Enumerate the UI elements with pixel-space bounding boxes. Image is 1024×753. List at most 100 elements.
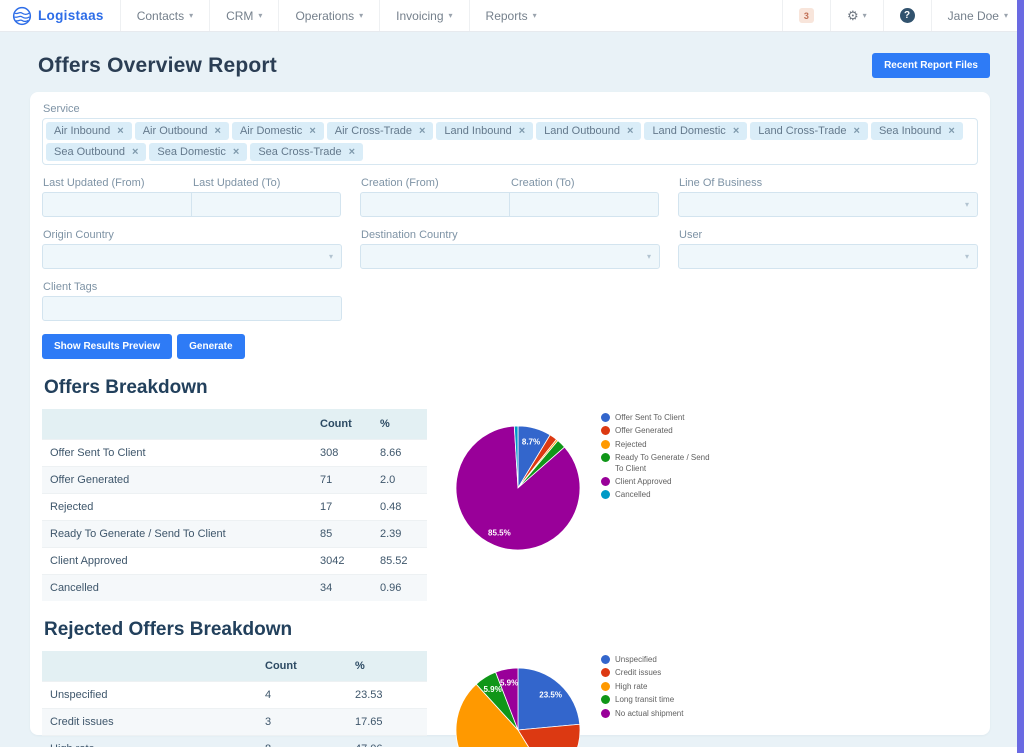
- settings-menu[interactable]: ⚙ ▾: [830, 0, 883, 31]
- column-header: Count: [312, 409, 372, 440]
- vertical-scrollbar[interactable]: [1017, 0, 1024, 753]
- service-tag[interactable]: Air Outbound×: [135, 122, 229, 140]
- legend-color-dot: [601, 709, 610, 718]
- notifications-button[interactable]: 3: [782, 0, 830, 31]
- show-results-preview-button[interactable]: Show Results Preview: [42, 334, 172, 359]
- table-row: Credit issues317.65: [42, 709, 427, 736]
- chevron-down-icon: ▾: [965, 252, 969, 261]
- remove-tag-icon[interactable]: ×: [519, 125, 525, 137]
- remove-tag-icon[interactable]: ×: [419, 125, 425, 137]
- service-tag-label: Sea Outbound: [54, 146, 125, 158]
- generate-button[interactable]: Generate: [177, 334, 244, 359]
- legend-item: Offer Generated: [601, 426, 713, 436]
- legend-label: High rate: [615, 682, 647, 692]
- legend-label: Offer Generated: [615, 426, 673, 436]
- rejected-pie-legend: Unspecified Credit issues High rate Long tr…: [601, 655, 713, 722]
- origin-country-select[interactable]: ▾: [42, 244, 342, 269]
- legend-label: Credit issues: [615, 668, 661, 678]
- legend-item: Client Approved: [601, 477, 713, 487]
- pie-slice-label: 8.7%: [522, 437, 540, 446]
- chevron-down-icon: ▾: [1004, 11, 1008, 20]
- service-tag[interactable]: Sea Cross-Trade ×: [250, 143, 363, 161]
- recent-report-files-button[interactable]: Recent Report Files: [872, 53, 990, 78]
- legend-color-dot: [601, 440, 610, 449]
- nav-label: CRM: [226, 9, 253, 23]
- service-tag[interactable]: Land Outbound ×: [536, 122, 641, 140]
- table-row: Cancelled340.96: [42, 575, 427, 602]
- legend-color-dot: [601, 668, 610, 677]
- top-navbar: Logistaas Contacts ▾ CRM ▾ Operations ▾ …: [0, 0, 1024, 32]
- nav-item-operations[interactable]: Operations ▾: [278, 0, 379, 31]
- nav-item-invoicing[interactable]: Invoicing ▾: [379, 0, 468, 31]
- service-tag-label: Air Inbound: [54, 125, 110, 137]
- nav-item-contacts[interactable]: Contacts ▾: [120, 0, 209, 31]
- chevron-down-icon: ▾: [533, 11, 537, 20]
- remove-tag-icon[interactable]: ×: [215, 125, 221, 137]
- service-tag[interactable]: Land Domestic×: [644, 122, 747, 140]
- remove-tag-icon[interactable]: ×: [733, 125, 739, 137]
- offers-pie-legend: Offer Sent To ClientOffer GeneratedRejec…: [601, 413, 713, 504]
- legend-item: High rate: [601, 682, 713, 692]
- nav-label: Contacts: [137, 9, 184, 23]
- column-header: [42, 651, 257, 682]
- service-tag-label: Sea Cross-Trade: [258, 146, 341, 158]
- page-header: Offers Overview Report Recent Report Fil…: [30, 53, 990, 78]
- origin-country-label: Origin Country: [43, 229, 342, 241]
- remove-tag-icon[interactable]: ×: [309, 125, 315, 137]
- service-tag[interactable]: Air Domestic ×: [232, 122, 324, 140]
- creation-to-input[interactable]: [509, 192, 659, 217]
- last-updated-from-input[interactable]: [42, 192, 192, 217]
- remove-tag-icon[interactable]: ×: [349, 146, 355, 158]
- remove-tag-icon[interactable]: ×: [132, 146, 138, 158]
- creation-from-label: Creation (From): [361, 177, 510, 189]
- table-row: Rejected170.48: [42, 494, 427, 521]
- nav-item-crm[interactable]: CRM ▾: [209, 0, 278, 31]
- remove-tag-icon[interactable]: ×: [117, 125, 123, 137]
- user-label: User: [679, 229, 978, 241]
- service-tag[interactable]: Land Inbound×: [436, 122, 533, 140]
- notification-badge: 3: [799, 8, 814, 23]
- destination-country-select[interactable]: ▾: [360, 244, 660, 269]
- remove-tag-icon[interactable]: ×: [233, 146, 239, 158]
- service-tag[interactable]: Air Inbound ×: [46, 122, 132, 140]
- service-tag[interactable]: Land Cross-Trade ×: [750, 122, 868, 140]
- line-of-business-select[interactable]: ▾: [678, 192, 978, 217]
- service-label: Service: [43, 103, 978, 115]
- remove-tag-icon[interactable]: ×: [854, 125, 860, 137]
- nav-item-reports[interactable]: Reports ▾: [469, 0, 553, 31]
- legend-item: Long transit time: [601, 695, 713, 705]
- remove-tag-icon[interactable]: ×: [627, 125, 633, 137]
- nav-label: Invoicing: [396, 9, 443, 23]
- user-menu[interactable]: Jane Doe ▾: [931, 0, 1024, 31]
- service-tag[interactable]: Air Cross-Trade×: [327, 122, 434, 140]
- chevron-down-icon: ▾: [647, 252, 651, 261]
- offers-breakdown-table: Count%Offer Sent To Client3088.66Offer G…: [42, 409, 427, 601]
- help-button[interactable]: ?: [883, 0, 931, 31]
- legend-item: Unspecified: [601, 655, 713, 665]
- remove-tag-icon[interactable]: ×: [948, 125, 954, 137]
- gear-icon: ⚙: [847, 8, 859, 24]
- pie-slice-label: 5.9%: [483, 685, 501, 694]
- table-row: Unspecified423.53: [42, 682, 427, 709]
- client-tags-input[interactable]: [42, 296, 342, 321]
- chevron-down-icon: ▾: [449, 11, 453, 20]
- legend-color-dot: [601, 682, 610, 691]
- user-select[interactable]: ▾: [678, 244, 978, 269]
- logistaas-logo[interactable]: Logistaas: [0, 0, 120, 31]
- service-tag-label: Land Outbound: [544, 125, 620, 137]
- last-updated-to-input[interactable]: [191, 192, 341, 217]
- service-tag-label: Land Cross-Trade: [758, 125, 846, 137]
- service-tag[interactable]: Sea Outbound ×: [46, 143, 146, 161]
- service-tag[interactable]: Sea Inbound×: [871, 122, 963, 140]
- chevron-down-icon: ▾: [359, 11, 363, 20]
- column-header: [42, 409, 312, 440]
- legend-item: Cancelled: [601, 490, 713, 500]
- legend-color-dot: [601, 477, 610, 486]
- last-updated-to-label: Last Updated (To): [193, 177, 342, 189]
- pie-slice-label: 5.9%: [500, 679, 518, 688]
- creation-from-input[interactable]: [360, 192, 510, 217]
- legend-label: Ready To Generate / Send To Client: [615, 453, 713, 474]
- chevron-down-icon: ▾: [863, 11, 867, 20]
- service-tag-label: Air Domestic: [240, 125, 302, 137]
- service-tag[interactable]: Sea Domestic×: [149, 143, 247, 161]
